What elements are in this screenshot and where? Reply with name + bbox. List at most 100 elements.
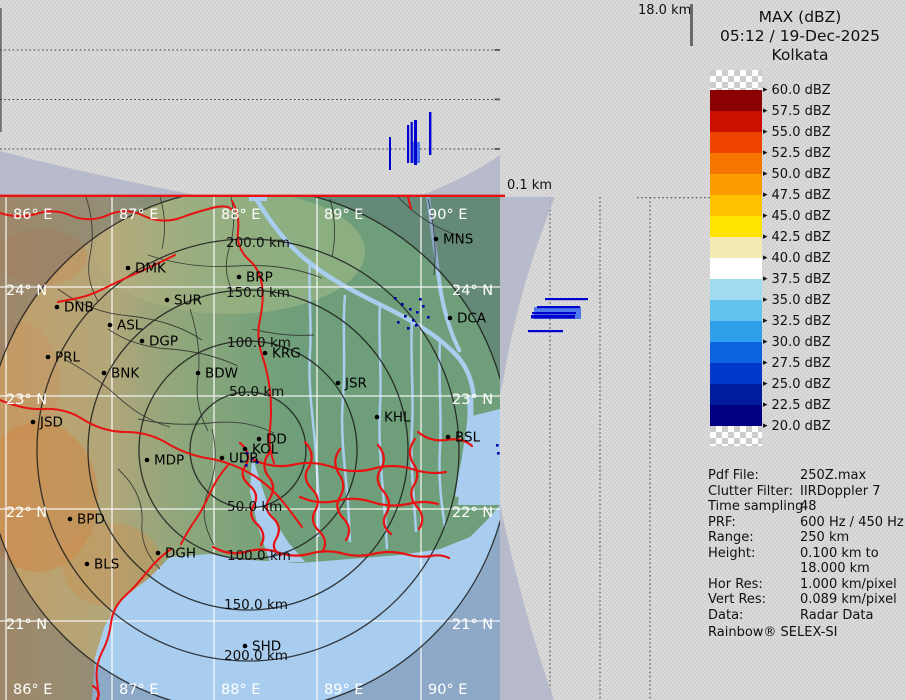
dbz-band: [710, 153, 762, 174]
no-coverage-wedge: [500, 197, 555, 394]
city-label: BDW: [205, 366, 238, 382]
dbz-band: [710, 321, 762, 342]
echo-dot: [409, 308, 412, 311]
tick-arrow-icon: ▸: [763, 337, 768, 347]
meta-label: Time sampling:: [708, 499, 800, 515]
city-label: BLS: [94, 557, 119, 573]
panel-axis-mark: [0, 8, 2, 132]
dbz-band: [710, 237, 762, 258]
echo-dot: [422, 305, 425, 308]
longitude-label: 87° E: [119, 682, 158, 698]
meta-label: Range:: [708, 530, 800, 546]
product-timestamp: 05:12 / 19-Dec-2025: [694, 27, 906, 46]
echo-bar: [414, 120, 417, 165]
echo-dot: [415, 324, 418, 327]
latitude-label: 21° N: [6, 617, 47, 633]
city-dot: [336, 381, 341, 386]
tick-arrow-icon: ▸: [763, 274, 768, 284]
meta-value: IIRDoppler 7: [800, 484, 904, 500]
city-dot: [145, 458, 150, 463]
city-dot: [85, 562, 90, 567]
latitude-label: 23° N: [452, 392, 493, 408]
meta-value: 600 Hz / 450 Hz: [800, 515, 904, 531]
city-label: PRL: [55, 350, 81, 366]
dbz-tick: ▸22.5 dBZ: [763, 397, 831, 413]
dbz-tick: ▸47.5 dBZ: [763, 187, 831, 203]
product-title: MAX (dBZ): [694, 8, 906, 27]
city-dot: [237, 275, 242, 280]
longitude-label: 86° E: [13, 207, 52, 223]
tick-arrow-icon: ▸: [763, 127, 768, 137]
echo-bar: [545, 298, 588, 300]
echo-dot: [419, 298, 422, 301]
city-label: BSL: [455, 430, 481, 446]
latitude-label: 23° N: [6, 392, 47, 408]
tick-label: 20.0 dBZ: [772, 419, 831, 434]
tick-label: 60.0 dBZ: [772, 83, 831, 98]
dbz-tick: ▸ 55.0 dBZ: [763, 124, 831, 140]
dbz-band: [710, 279, 762, 300]
tick-arrow-icon: ▸: [763, 211, 768, 221]
echo-bar: [411, 122, 413, 163]
tick-arrow-icon: ▸: [763, 316, 768, 326]
no-coverage-wedge: [500, 504, 554, 700]
echo-dot: [497, 452, 500, 455]
metadata-rows: Pdf File:250Z.maxClutter Filter:IIRDoppl…: [708, 468, 903, 623]
city-dot: [102, 371, 107, 376]
dbz-band: [710, 342, 762, 363]
city-dot: [140, 339, 145, 344]
tick-label: 27.5 dBZ: [772, 356, 831, 371]
dbz-band: [710, 300, 762, 321]
city-dot: [156, 551, 161, 556]
city-dot: [375, 415, 380, 420]
echo-columns-ew: [389, 112, 431, 170]
dbz-colorbar: [710, 70, 762, 446]
dbz-band: [710, 90, 762, 111]
meta-value: 0.089 km/pixel: [800, 592, 904, 608]
dbz-band: [710, 258, 762, 279]
echo-bar: [407, 125, 409, 163]
meta-value: 250Z.max: [800, 468, 904, 484]
tick-label: 30.0 dBZ: [772, 335, 831, 350]
dbz-band: [710, 174, 762, 195]
frame-artifact-mark: [690, 4, 693, 46]
dbz-band: [710, 363, 762, 384]
tick-label: 50.0 dBZ: [772, 167, 831, 182]
tick-arrow-icon: ▸: [763, 106, 768, 116]
no-coverage-wedge: [0, 151, 206, 197]
tick-arrow-icon: ▸: [763, 85, 768, 95]
city-dot: [46, 355, 51, 360]
latitude-label: 24° N: [6, 283, 47, 299]
echo-dot: [427, 316, 430, 319]
city-label: KHL: [384, 410, 411, 426]
meta-label: Hor Res:: [708, 577, 800, 593]
tick-label: 55.0 dBZ: [772, 125, 831, 140]
city-dot: [434, 237, 439, 242]
city-label: SUR: [174, 293, 202, 309]
latitude-label: 22° N: [6, 505, 47, 521]
dbz-tick: ▸37.5 dBZ: [763, 271, 831, 287]
tick-arrow-icon: ▸: [763, 169, 768, 179]
longitude-label: 89° E: [324, 682, 363, 698]
echo-dot: [496, 444, 499, 447]
meta-value: 18.000 km: [800, 561, 904, 577]
echo-bar: [532, 312, 576, 314]
height-axis-min-label: 0.1 km: [507, 178, 552, 193]
dbz-tick: ▸42.5 dBZ: [763, 229, 831, 245]
city-dot: [446, 435, 451, 440]
tick-arrow-icon: ▸: [763, 232, 768, 242]
meta-value: 0.100 km to: [800, 546, 904, 562]
echo-dot: [412, 319, 415, 322]
city-label: DNB: [64, 300, 94, 316]
city-dot: [263, 351, 268, 356]
city-dot: [448, 316, 453, 321]
range-ring-label: 150.0 km: [226, 285, 290, 301]
city-label: DGP: [149, 334, 178, 350]
meta-label: Vert Res:: [708, 592, 800, 608]
tick-arrow-icon: ▸: [763, 253, 768, 263]
tick-arrow-icon: ▸: [763, 421, 768, 431]
echo-columns-ns: [528, 298, 588, 332]
city-label: JSR: [344, 376, 367, 392]
city-dot: [126, 266, 131, 271]
tick-arrow-icon: ▸: [763, 358, 768, 368]
